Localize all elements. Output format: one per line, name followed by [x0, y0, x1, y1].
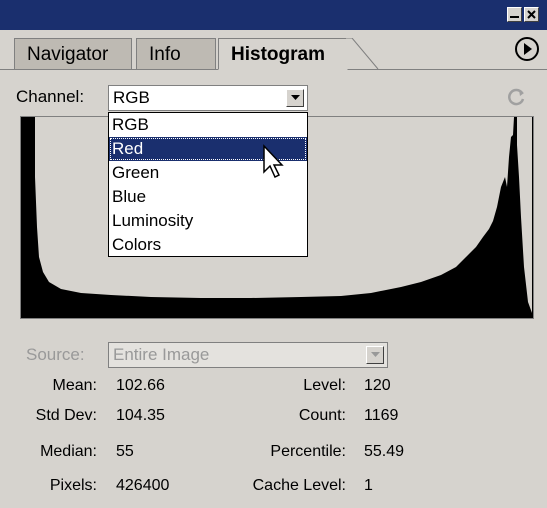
panel-menu-button[interactable]	[515, 37, 539, 61]
source-select-value: Entire Image	[113, 345, 210, 364]
percentile-value: 55.49	[364, 443, 405, 460]
level-label: Level:	[303, 377, 346, 394]
source-label: Source:	[26, 345, 85, 364]
tab-histogram[interactable]: Histogram	[218, 38, 348, 70]
channel-dropdown-button[interactable]	[286, 89, 304, 107]
channel-option-luminosity[interactable]: Luminosity	[109, 209, 307, 233]
refresh-icon[interactable]	[507, 87, 527, 107]
count-value: 1169	[364, 407, 399, 424]
pixels-value: 426400	[116, 477, 170, 494]
stddev-value: 104.35	[116, 407, 165, 424]
mouse-pointer-icon	[263, 144, 284, 179]
chevron-down-icon	[371, 352, 380, 357]
cache-level-value: 1	[364, 477, 373, 494]
level-value: 120	[364, 377, 391, 394]
channel-select[interactable]: RGB	[108, 85, 308, 111]
mean-value: 102.66	[116, 377, 165, 394]
panel-titlebar[interactable]	[0, 0, 547, 30]
channel-option-colors[interactable]: Colors	[109, 233, 307, 257]
tab-navigator[interactable]: Navigator	[14, 38, 132, 69]
histogram-panel: Navigator Info Histogram Channel: RGB RG…	[0, 0, 547, 508]
tab-info[interactable]: Info	[136, 38, 216, 69]
chevron-down-icon	[291, 95, 300, 100]
close-icon	[525, 8, 538, 21]
tab-navigator-label: Navigator	[27, 44, 109, 65]
tab-slope	[346, 38, 379, 70]
channel-label: Channel:	[16, 87, 85, 106]
close-button[interactable]	[524, 7, 539, 22]
play-arrow-icon	[524, 43, 532, 55]
source-dropdown-button	[366, 346, 384, 364]
channel-dropdown-list: RGB Red Green Blue Luminosity Colors	[108, 112, 308, 257]
stddev-label: Std Dev:	[35, 407, 97, 424]
tab-histogram-label: Histogram	[231, 44, 325, 65]
count-label: Count:	[298, 407, 346, 424]
percentile-label: Percentile:	[270, 443, 346, 460]
source-select: Entire Image	[108, 342, 388, 368]
channel-option-blue[interactable]: Blue	[109, 185, 307, 209]
mean-label: Mean:	[52, 377, 97, 394]
cache-level-label: Cache Level:	[252, 477, 346, 494]
tab-info-label: Info	[149, 44, 181, 65]
median-value: 55	[116, 443, 134, 460]
channel-select-value: RGB	[113, 88, 150, 107]
minimize-icon	[508, 8, 521, 21]
channel-option-rgb[interactable]: RGB	[109, 113, 307, 137]
tab-strip: Navigator Info Histogram	[0, 30, 547, 70]
pixels-label: Pixels:	[49, 477, 97, 494]
minimize-button[interactable]	[507, 7, 522, 22]
median-label: Median:	[40, 443, 97, 460]
